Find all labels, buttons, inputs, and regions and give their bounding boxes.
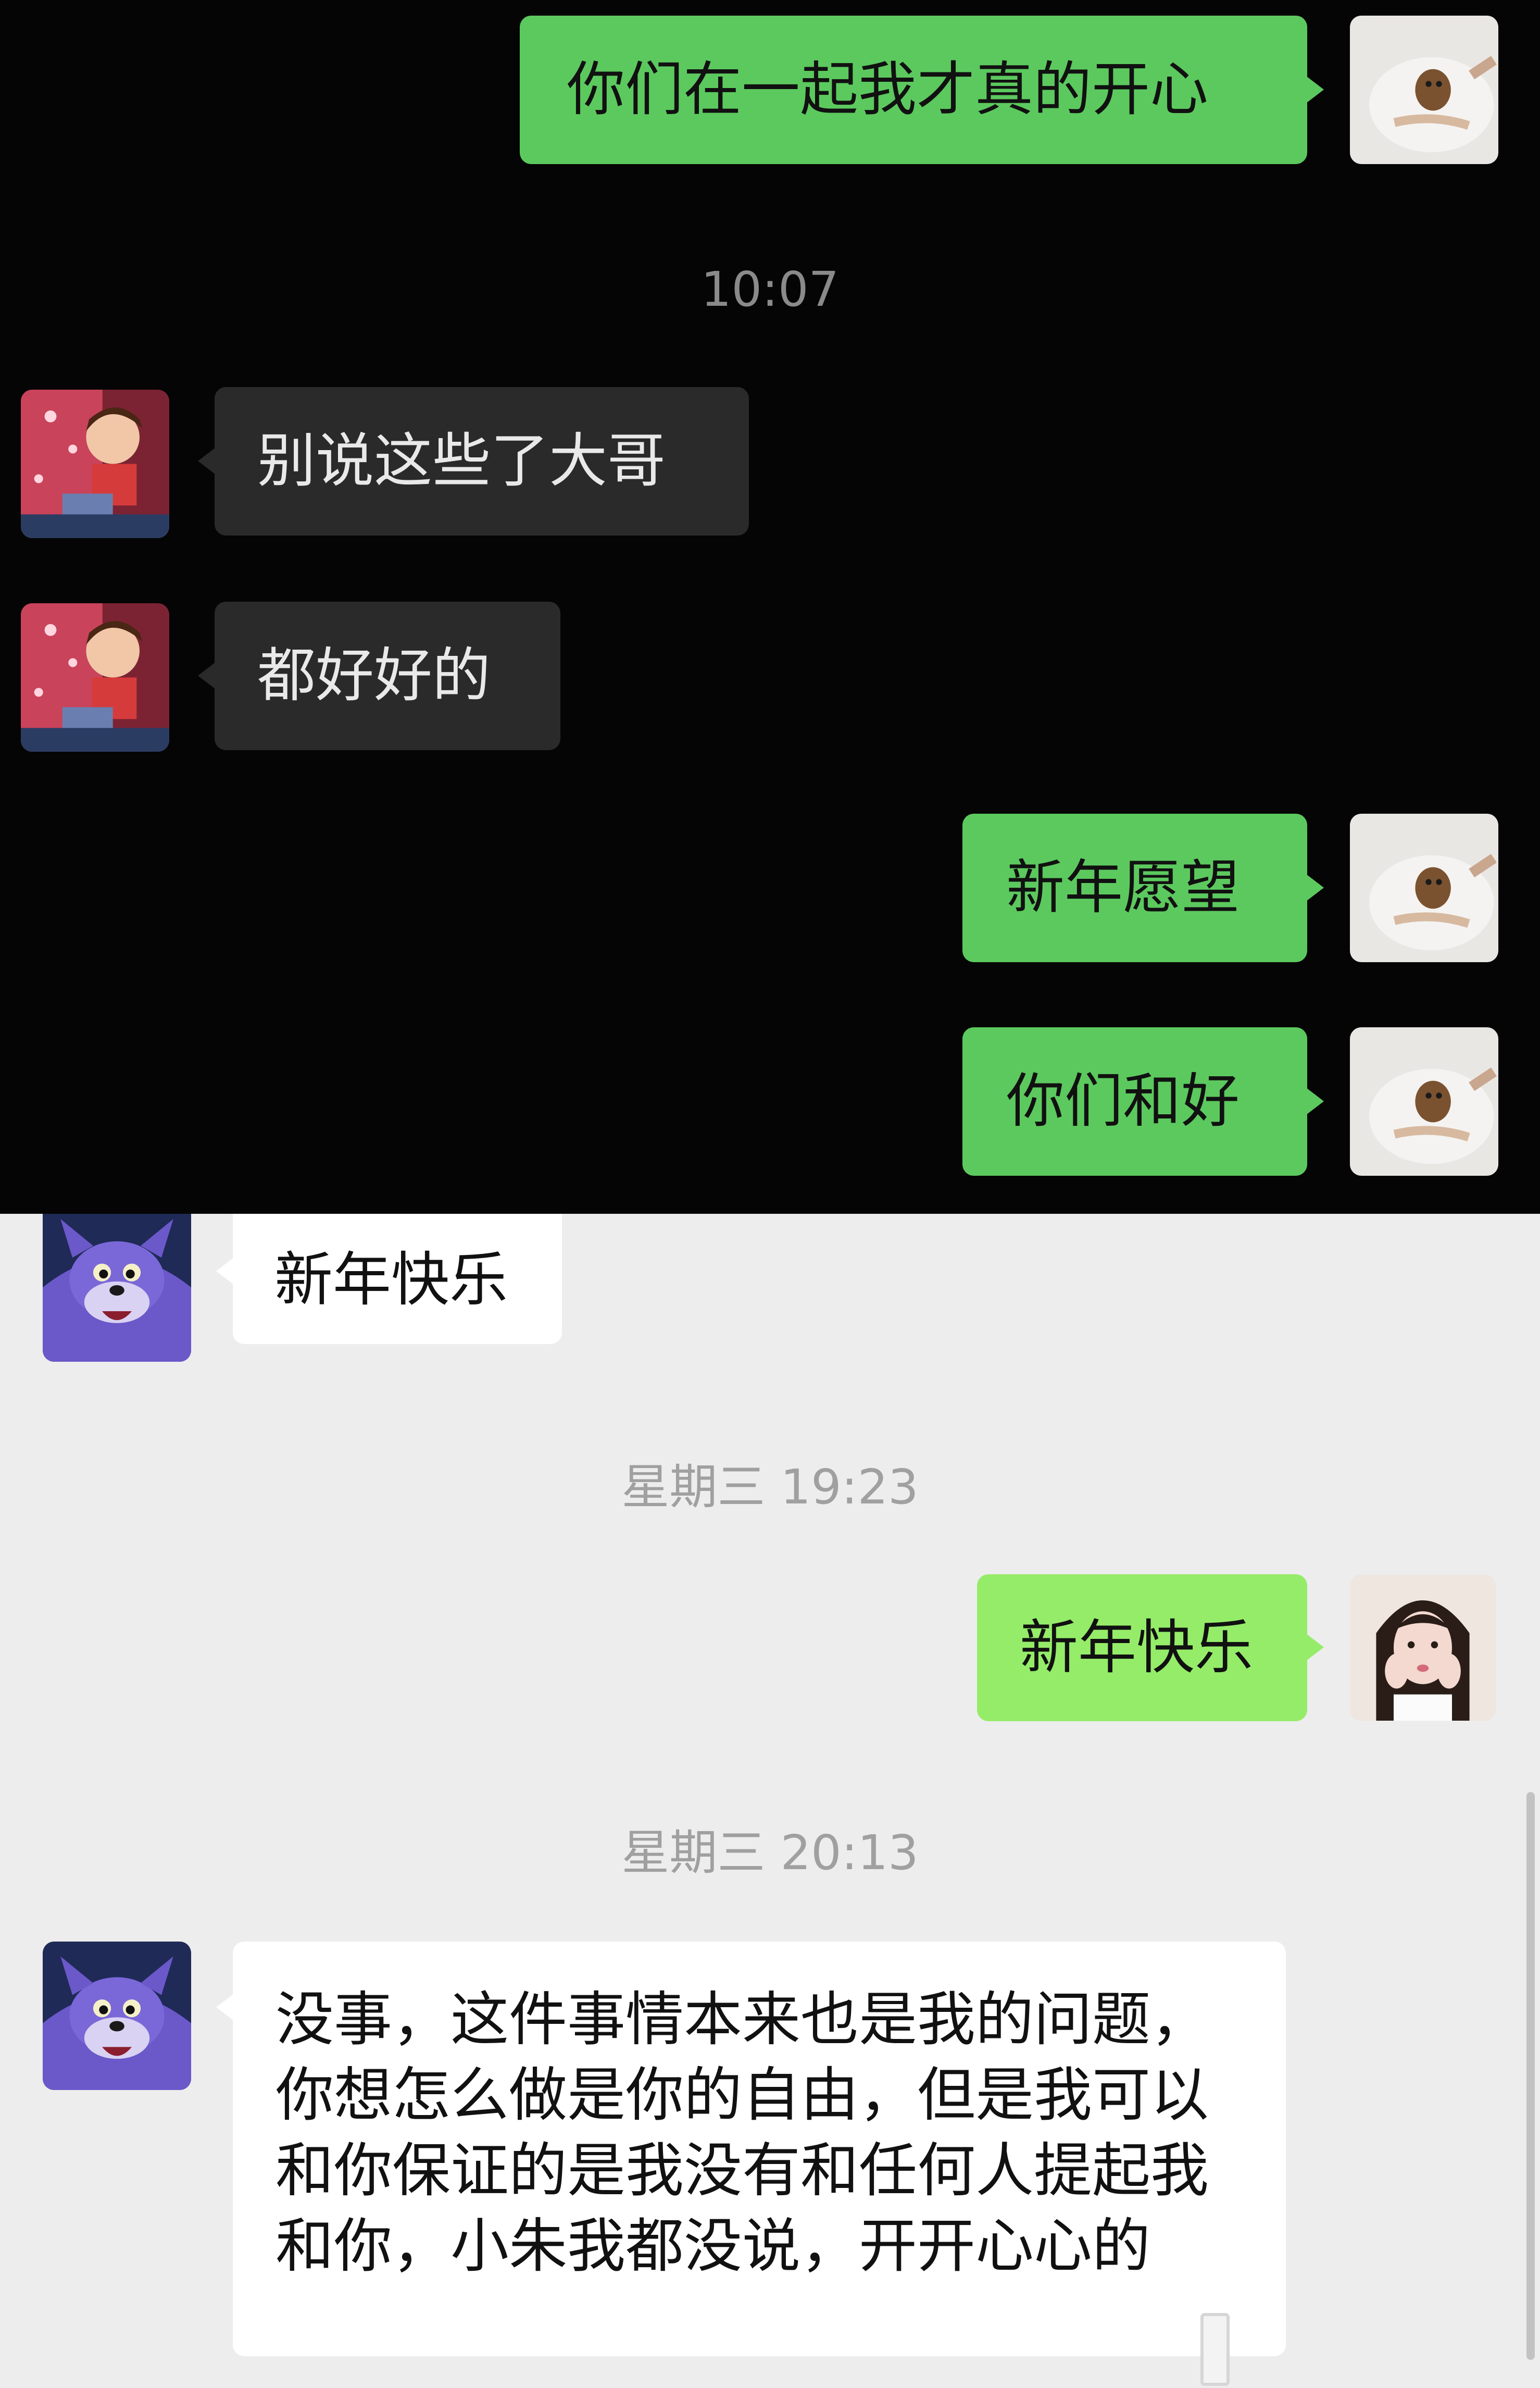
bubble-tail [216,1994,234,2021]
message-bubble-outgoing[interactable]: 新年快乐 [977,1574,1324,1721]
message-bubble-incoming[interactable]: 都好好的 [198,602,560,750]
bubble-tail [216,1258,234,1285]
pet-photo-avatar-icon[interactable] [1350,814,1498,962]
message-bubble-outgoing[interactable]: 你们在一起我才真的开心 [520,16,1324,164]
message-text: 都好好的 [257,642,491,710]
message-text: 新年快乐 [1020,1614,1253,1682]
bubble-tail [1306,1634,1324,1661]
chat-panel-dark: 你们在一起我才真的开心 10:07 别说这些了大哥 都好好的 新年愿望 你们和好 [0,0,1540,1214]
timestamp: 星期三 20:13 [621,1825,919,1881]
message-bubble-incoming[interactable]: 别说这些了大哥 [198,387,749,536]
scroll-handle-marker[interactable] [1200,2313,1230,2386]
cartoon-cat-avatar-icon[interactable] [43,1214,191,1362]
pet-photo-avatar-icon[interactable] [1350,1027,1498,1176]
girl-photo-avatar-icon[interactable] [1350,1574,1496,1721]
message-bubble-outgoing[interactable]: 你们和好 [962,1027,1324,1176]
bubble-tail [1306,76,1324,103]
pet-photo-avatar-icon[interactable] [1350,16,1498,164]
message-bubble-incoming[interactable]: 没事，这件事情本来也是我的问题，你想怎么做是你的自由，但是我可以和你保证的是我没… [216,1942,1286,2356]
cartoon-boy-avatar-icon[interactable] [21,603,169,752]
message-bubble-incoming[interactable]: 新年快乐 [216,1214,562,1344]
message-text: 新年快乐 [274,1246,508,1314]
scrollbar[interactable] [1526,1792,1535,2360]
timestamp: 星期三 19:23 [621,1459,919,1515]
message-text: 你们在一起我才真的开心 [567,56,1208,123]
message-text: 新年愿望 [1006,854,1239,922]
message-text: 别说这些了大哥 [257,427,666,495]
message-bubble-outgoing[interactable]: 新年愿望 [962,814,1324,962]
cartoon-boy-avatar-icon[interactable] [21,390,169,538]
message-text: 没事，这件事情本来也是我的问题，你想怎么做是你的自由，但是我可以和你保证的是我没… [276,1986,1209,2280]
bubble-tail [198,447,216,475]
bubble-tail [1306,1088,1324,1115]
bubble-tail [1306,874,1324,901]
chat-panel-light: 新年快乐 星期三 19:23 新年快乐 星期三 20:13 没事，这件事情本来也… [0,1214,1540,2388]
bubble-tail [198,662,216,689]
message-text: 你们和好 [1006,1067,1239,1135]
cartoon-cat-avatar-icon[interactable] [43,1942,191,2090]
timestamp: 10:07 [700,262,840,317]
